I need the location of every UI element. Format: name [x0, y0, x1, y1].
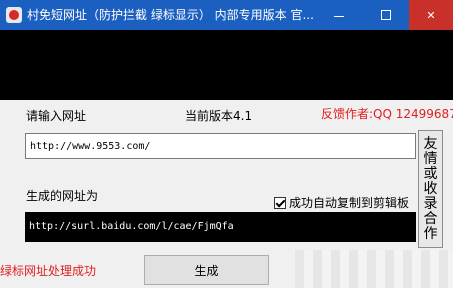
close-icon: ✕ — [426, 8, 436, 22]
close-button[interactable]: ✕ — [409, 0, 453, 30]
side-button-char: 录 — [423, 195, 438, 212]
url-input-label: 请输入网址 — [26, 109, 87, 123]
maximize-button[interactable] — [362, 0, 409, 30]
app-icon — [6, 7, 22, 23]
auto-copy-label: 成功自动复制到剪辑板 — [289, 196, 410, 210]
author-feedback-label: 反馈作者:QQ 12499687 — [321, 107, 453, 121]
side-button-char: 收 — [423, 180, 438, 197]
checkbox-checked-icon[interactable] — [274, 196, 286, 209]
side-button-char: 作 — [423, 225, 438, 242]
version-label: 当前版本4.1 — [185, 109, 253, 123]
app-window: 村免短网址（防护拦截 绿标显示） 内部专用版本 官... ✕ 请输入网址 当前版… — [0, 0, 453, 288]
window-title: 村免短网址（防护拦截 绿标显示） 内部专用版本 官... — [27, 8, 313, 22]
minimize-icon — [333, 15, 344, 17]
banner-area — [0, 30, 453, 100]
generated-url-label: 生成的网址为 — [26, 189, 99, 203]
side-button-char: 合 — [423, 210, 438, 227]
side-button-char: 或 — [423, 165, 438, 182]
minimize-button[interactable] — [315, 0, 362, 30]
title-bar[interactable]: 村免短网址（防护拦截 绿标显示） 内部专用版本 官... ✕ — [0, 0, 453, 30]
auto-copy-checkbox[interactable]: 成功自动复制到剪辑板 — [274, 194, 409, 211]
status-text: 绿标网址处理成功 — [0, 264, 97, 278]
cooperation-button[interactable]: 友 情 或 收 录 合 作 — [418, 130, 443, 248]
side-button-char: 情 — [423, 150, 438, 167]
side-button-char: 友 — [423, 135, 438, 152]
url-input[interactable]: http://www.9553.com/ — [25, 133, 416, 159]
result-url-field[interactable]: http://surl.baidu.com/l/cae/FjmQfa — [25, 212, 416, 242]
generate-button[interactable]: 生成 — [144, 255, 269, 285]
watermark-mosaic — [295, 250, 453, 288]
maximize-icon — [380, 10, 391, 20]
